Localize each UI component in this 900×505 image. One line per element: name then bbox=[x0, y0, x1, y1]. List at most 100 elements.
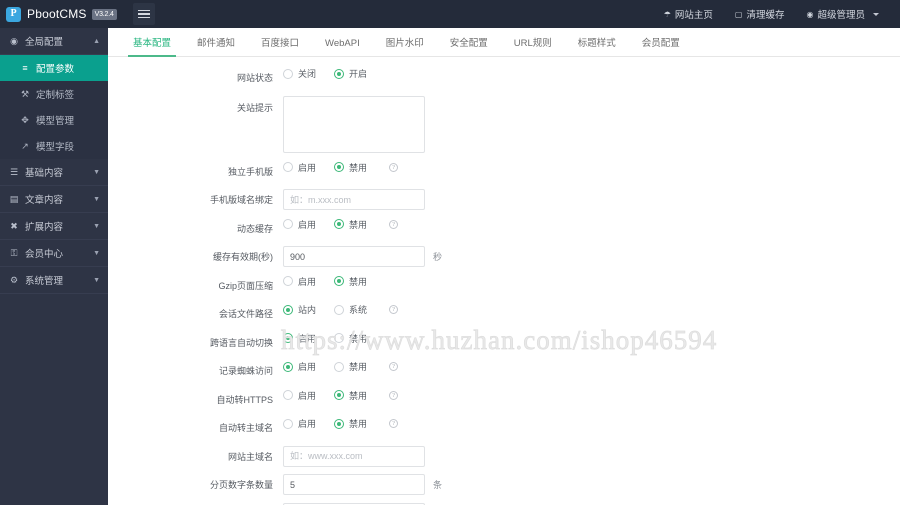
radio-dot-icon bbox=[283, 333, 293, 343]
user-menu-label: 超级管理员 bbox=[817, 10, 865, 21]
radio-group-standalone-mobile: 启用 禁用 ? bbox=[283, 161, 399, 174]
radio-label: 站内 bbox=[298, 305, 317, 315]
radio-dynamic-cache-disable[interactable]: 禁用 bbox=[334, 218, 367, 231]
sidebar-item-label: 模型字段 bbox=[36, 142, 75, 153]
sidebar-item-model-management[interactable]: ✥ 模型管理 bbox=[0, 107, 108, 133]
radio-session-path-system[interactable]: 系统 bbox=[334, 303, 367, 316]
radio-auto-https-disable[interactable]: 禁用 bbox=[334, 389, 367, 402]
close-notice-textarea[interactable] bbox=[283, 95, 425, 153]
radio-dot-icon bbox=[334, 68, 345, 79]
radio-site-status-on[interactable]: 开启 bbox=[334, 67, 367, 80]
chevron-down-icon: ▼ bbox=[93, 195, 100, 203]
radio-gzip-enable[interactable]: 启用 bbox=[283, 275, 316, 288]
radio-dot-icon bbox=[283, 390, 293, 400]
site-homepage-link[interactable]: ☂ 网站主页 bbox=[653, 0, 724, 28]
help-icon[interactable]: ? bbox=[389, 390, 399, 400]
radio-label: 禁用 bbox=[349, 219, 368, 230]
radio-dot-icon bbox=[283, 304, 293, 315]
sidebar-item-custom-tags[interactable]: ⚒ 定制标签 bbox=[0, 81, 108, 107]
radio-group-auto-https: 启用 禁用 ? bbox=[283, 389, 399, 402]
admin-page: P PbootCMS V3.2.4 ☂ 网站主页 ▢ 清理缓存 ◉ 超级管理员 bbox=[0, 0, 900, 505]
radio-group-dynamic-cache: 启用 禁用 ? bbox=[283, 218, 399, 231]
user-menu[interactable]: ◉ 超级管理员 bbox=[796, 0, 891, 28]
tab-webapi[interactable]: WebAPI bbox=[312, 38, 373, 56]
pagination-count-input[interactable] bbox=[283, 474, 425, 495]
sidebar-group-system-management[interactable]: ⚙ 系统管理 ▼ bbox=[0, 267, 108, 294]
radio-gzip-disable[interactable]: 禁用 bbox=[334, 275, 367, 288]
radio-lang-auto-switch-enable[interactable]: 启用 bbox=[283, 332, 316, 345]
sidebar-item-model-fields[interactable]: ↗ 模型字段 bbox=[0, 133, 108, 159]
clear-cache-label: 清理缓存 bbox=[746, 10, 785, 21]
radio-dot-icon bbox=[334, 304, 345, 315]
tab-member-config[interactable]: 会员配置 bbox=[629, 35, 693, 56]
sidebar-group-label: 全局配置 bbox=[25, 37, 64, 48]
chevron-down-icon: ▼ bbox=[93, 168, 100, 176]
hamburger-bar bbox=[137, 16, 150, 19]
tab-title-style[interactable]: 标题样式 bbox=[565, 35, 629, 56]
tab-basic-config[interactable]: 基本配置 bbox=[120, 35, 184, 57]
globe-icon: ◉ bbox=[10, 35, 18, 46]
radio-dot-icon bbox=[283, 68, 293, 79]
radio-dot-icon bbox=[283, 219, 293, 229]
sidebar-group-article-content[interactable]: ▤ 文章内容 ▼ bbox=[0, 186, 108, 213]
mobile-domain-input[interactable] bbox=[283, 189, 425, 210]
cache-ttl-input[interactable] bbox=[283, 246, 425, 267]
radio-label: 禁用 bbox=[349, 162, 368, 173]
radio-auto-main-domain-enable[interactable]: 启用 bbox=[283, 417, 316, 430]
radio-standalone-mobile-enable[interactable]: 启用 bbox=[283, 161, 316, 174]
form-row-gzip: Gzip页面压缩 启用 禁用 bbox=[108, 275, 900, 304]
field-label: 独立手机版 bbox=[227, 166, 273, 177]
radio-dot-icon bbox=[334, 162, 345, 172]
close-notice-control bbox=[283, 95, 425, 153]
radio-group-site-status: 关闭 开启 bbox=[283, 67, 385, 80]
clear-cache-button[interactable]: ▢ 清理缓存 bbox=[724, 0, 796, 28]
radio-auto-main-domain-disable[interactable]: 禁用 bbox=[334, 417, 367, 430]
chevron-down-icon: ▼ bbox=[93, 249, 100, 257]
radio-label: 系统 bbox=[349, 305, 368, 315]
radio-site-status-off[interactable]: 关闭 bbox=[283, 67, 316, 80]
list-icon: ☰ bbox=[9, 166, 19, 177]
main-content: 基本配置 邮件通知 百度接口 WebAPI 图片水印 安全配置 URL规则 标题… bbox=[108, 28, 900, 505]
tab-image-watermark[interactable]: 图片水印 bbox=[373, 35, 437, 56]
radio-dot-icon bbox=[283, 361, 293, 372]
brand[interactable]: P PbootCMS V3.2.4 bbox=[0, 0, 125, 28]
radio-dot-icon bbox=[334, 390, 345, 400]
help-icon[interactable]: ? bbox=[389, 419, 399, 428]
sidebar-group-label: 基础内容 bbox=[25, 168, 64, 179]
radio-label: 禁用 bbox=[349, 276, 368, 287]
hamburger-bar bbox=[137, 13, 150, 15]
pbootcms-logo-icon: P bbox=[6, 6, 21, 22]
tab-url-rules[interactable]: URL规则 bbox=[501, 35, 565, 56]
radio-lang-auto-switch-disable[interactable]: 禁用 bbox=[334, 332, 367, 345]
help-icon[interactable]: ? bbox=[389, 219, 399, 229]
sidebar-group-extended-content[interactable]: ✖ 扩展内容 ▼ bbox=[0, 213, 108, 240]
form-row-standalone-mobile: 独立手机版 启用 禁用 ? bbox=[108, 161, 900, 190]
sidebar-group-global-config[interactable]: ◉ 全局配置 ▲ bbox=[0, 28, 108, 55]
tab-baidu-api[interactable]: 百度接口 bbox=[248, 35, 312, 56]
help-icon[interactable]: ? bbox=[389, 305, 399, 314]
radio-spider-log-disable[interactable]: 禁用 bbox=[334, 360, 367, 373]
main-domain-control bbox=[283, 445, 425, 467]
radio-dynamic-cache-enable[interactable]: 启用 bbox=[283, 218, 316, 231]
site-homepage-label: 网站主页 bbox=[674, 10, 713, 21]
trash-icon: ▢ bbox=[734, 9, 743, 19]
cache-ttl-control: 秒 bbox=[283, 246, 442, 267]
top-bar: P PbootCMS V3.2.4 ☂ 网站主页 ▢ 清理缓存 ◉ 超级管理员 bbox=[0, 0, 900, 28]
radio-dot-icon bbox=[334, 276, 345, 286]
radio-group-lang-auto-switch: 启用 禁用 bbox=[283, 332, 385, 345]
radio-session-path-site[interactable]: 站内 bbox=[283, 303, 316, 316]
help-icon[interactable]: ? bbox=[389, 362, 399, 371]
sidebar-group-basic-content[interactable]: ☰ 基础内容 ▼ bbox=[0, 159, 108, 186]
hamburger-icon[interactable] bbox=[132, 3, 155, 25]
help-icon[interactable]: ? bbox=[389, 162, 399, 172]
sidebar-item-config-parameters[interactable]: ≡ 配置参数 bbox=[0, 55, 108, 81]
radio-label: 启用 bbox=[298, 362, 317, 372]
radio-spider-log-enable[interactable]: 启用 bbox=[283, 360, 316, 373]
tab-security-config[interactable]: 安全配置 bbox=[437, 35, 501, 56]
main-domain-input[interactable] bbox=[283, 445, 425, 467]
sidebar-item-label: 配置参数 bbox=[36, 64, 75, 75]
radio-standalone-mobile-disable[interactable]: 禁用 bbox=[334, 161, 367, 174]
tab-email-notification[interactable]: 邮件通知 bbox=[184, 35, 248, 56]
sidebar-group-member-center[interactable]: ⚿ 会员中心 ▼ bbox=[0, 240, 108, 267]
radio-auto-https-enable[interactable]: 启用 bbox=[283, 389, 316, 402]
